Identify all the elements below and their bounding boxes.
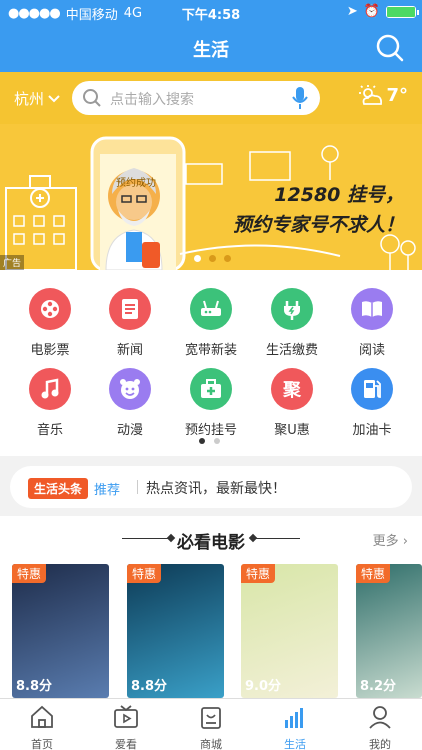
- service-label: 生活缴费: [265, 343, 318, 358]
- service-item-anime[interactable]: 动漫: [88, 368, 172, 438]
- news-ticker[interactable]: 生活头条 推荐 热点资讯，最新最快！: [10, 466, 412, 508]
- tab-life[interactable]: 生活: [253, 699, 337, 750]
- service-item-fuel-card[interactable]: 加油卡: [330, 368, 414, 438]
- search-icon[interactable]: [374, 32, 406, 64]
- service-label: 新闻: [116, 343, 143, 358]
- search-strip: 杭州 点击输入搜索 7°: [0, 72, 422, 124]
- ju-text-icon: 聚: [271, 368, 313, 410]
- tab-label: 爱看: [115, 738, 137, 750]
- movie-score: 8.2分: [360, 679, 397, 694]
- tab-bar: 首页 爱看 商城 生活 我的: [0, 698, 422, 750]
- grid-dot: [199, 438, 205, 444]
- status-bar: ●●●●● 中国移动 4G 下午4:58 ➤ ⏰: [0, 0, 422, 24]
- more-label: 更多: [372, 534, 399, 549]
- service-item-ju-u-hui[interactable]: 聚 聚U惠: [250, 368, 334, 438]
- movie-score: 8.8分: [131, 679, 168, 694]
- book-icon: [351, 288, 393, 330]
- video-play-icon: [114, 705, 138, 728]
- tab-label: 商城: [200, 738, 222, 750]
- city-selector[interactable]: 杭州: [14, 88, 60, 109]
- headline-tag: 生活头条: [28, 478, 89, 499]
- service-label: 动漫: [116, 423, 143, 438]
- discount-tag: 特惠: [241, 564, 276, 583]
- grid-dot: [214, 438, 220, 444]
- document-icon: [109, 288, 151, 330]
- tab-mine[interactable]: 我的: [338, 699, 422, 750]
- search-placeholder: 点击输入搜索: [110, 92, 194, 108]
- service-label: 宽带新装: [184, 343, 237, 358]
- signal-bars-icon: [285, 708, 303, 728]
- weather-cloudy-sun-icon: [359, 85, 383, 105]
- home-icon: [31, 705, 53, 728]
- city-label: 杭州: [14, 90, 45, 108]
- service-label: 聚U惠: [274, 423, 310, 438]
- promo-banner[interactable]: 预约成功 12580 挂号， 预约专家号不求人！ 广告: [0, 124, 422, 270]
- service-label: 阅读: [358, 343, 385, 358]
- battery-icon: [386, 5, 419, 18]
- service-item-movie-tickets[interactable]: 电影票: [8, 288, 92, 358]
- search-input[interactable]: 点击输入搜索: [72, 81, 320, 115]
- title-rule: [250, 538, 300, 539]
- service-item-music[interactable]: 音乐: [8, 368, 92, 438]
- service-label: 预约挂号: [184, 423, 237, 438]
- temperature: 7°: [386, 85, 408, 106]
- movie-score: 9.0分: [245, 679, 282, 694]
- tab-watch[interactable]: 爱看: [84, 699, 168, 750]
- smiley-face-icon: [109, 368, 151, 410]
- more-link[interactable]: 更多 ›: [373, 530, 408, 549]
- grid-pager: [199, 438, 220, 444]
- medical-kit-icon: [190, 368, 232, 410]
- film-reel-icon: [29, 288, 71, 330]
- user-icon: [369, 706, 391, 729]
- service-label: 音乐: [36, 423, 63, 438]
- banner-pager: [194, 255, 231, 262]
- banner-dot: [209, 255, 216, 262]
- news-text: 热点资讯，最新最快！: [146, 481, 286, 497]
- tab-home[interactable]: 首页: [0, 699, 84, 750]
- music-note-icon: [29, 368, 71, 410]
- service-item-broadband[interactable]: 宽带新装: [169, 288, 253, 358]
- tab-mall[interactable]: 商城: [169, 699, 253, 750]
- recommend-label: 推荐: [94, 483, 121, 498]
- chevron-down-icon: [48, 94, 60, 102]
- location-icon: ➤: [346, 4, 358, 19]
- service-label: 电影票: [30, 343, 70, 358]
- service-grid: 电影票 新闻 宽带新装 生活缴费 阅读 音乐 动漫 预约挂号 聚 聚U惠 加油卡: [0, 270, 422, 456]
- nav-bar: 生活: [0, 24, 422, 72]
- movie-score: 8.8分: [16, 679, 53, 694]
- banner-line-2: 预约专家号不求人！: [232, 214, 404, 236]
- banner-headline: 12580 挂号， 预约专家号不求人！: [233, 180, 404, 240]
- section-title: 必看电影: [177, 533, 245, 553]
- movie-poster[interactable]: 特惠 9.0分: [241, 564, 338, 698]
- banner-dot: [194, 255, 201, 262]
- alarm-icon: ⏰: [363, 4, 380, 19]
- movie-poster[interactable]: 特惠 8.8分: [127, 564, 224, 698]
- movie-poster[interactable]: 特惠 8.2分: [356, 564, 422, 698]
- fuel-pump-icon: [351, 368, 393, 410]
- tab-label: 首页: [31, 738, 53, 750]
- tab-label: 生活: [284, 738, 306, 750]
- movie-section: 必看电影 更多 › 特惠 8.8分 特惠 8.8分 特惠 9.0分 特惠 8.2…: [0, 516, 422, 698]
- ad-label: 广告: [0, 255, 25, 270]
- tab-label: 我的: [369, 738, 391, 750]
- microphone-icon[interactable]: [292, 86, 308, 110]
- service-item-news[interactable]: 新闻: [88, 288, 172, 358]
- movie-poster[interactable]: 特惠 8.8分: [12, 564, 109, 698]
- service-item-utility-payment[interactable]: 生活缴费: [250, 288, 334, 358]
- plug-icon: [271, 288, 313, 330]
- banner-dot: [224, 255, 231, 262]
- service-item-appointment[interactable]: 预约挂号: [169, 368, 253, 438]
- page-title: 生活: [193, 40, 229, 61]
- banner-line-1: 12580 挂号，: [274, 184, 404, 206]
- discount-tag: 特惠: [356, 564, 391, 583]
- discount-tag: 特惠: [127, 564, 162, 583]
- banner-badge: 预约成功: [116, 178, 156, 189]
- service-label: 加油卡: [352, 423, 392, 438]
- magnifier-icon: [83, 89, 101, 107]
- discount-tag: 特惠: [12, 564, 47, 583]
- router-icon: [190, 288, 232, 330]
- divider: [137, 480, 138, 494]
- service-item-reading[interactable]: 阅读: [330, 288, 414, 358]
- shopping-bag-icon: [201, 707, 221, 729]
